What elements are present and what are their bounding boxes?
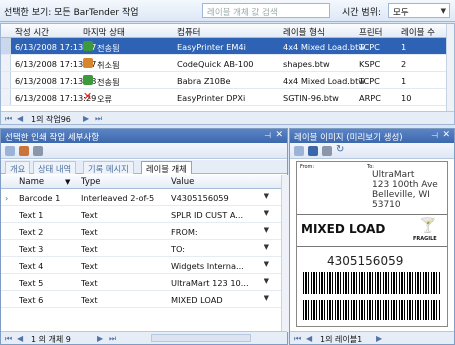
pin-icon[interactable]: ⊣: [264, 131, 271, 140]
table-row[interactable]: 6/13/2008 17:13:27 전송됨 EasyPrinter EM4i …: [1, 38, 449, 55]
preview-toolbar: ↻: [290, 143, 454, 159]
label-objects-grid: Name ▼ Type Value › Barcode 1 Interleave…: [1, 175, 281, 332]
preview-title-bar: 레이블 이미지 (미리보기 생성) ⊣ ✕: [290, 129, 454, 143]
first-page-icon[interactable]: ⏮: [5, 114, 12, 124]
preview-position-text: 1의 레이블1: [320, 335, 363, 344]
prev-page-icon[interactable]: ◀: [17, 334, 23, 343]
column-header-created[interactable]: 작성 시간: [15, 26, 49, 38]
save-icon[interactable]: [308, 146, 318, 156]
next-page-icon[interactable]: ▶: [97, 334, 103, 343]
label-image: From: To: UltraMart 123 100th Ave Bellev…: [296, 161, 448, 327]
table-row[interactable]: Text 5 Text UltraMart 123 10... ▼: [1, 274, 281, 291]
print-icon[interactable]: [33, 146, 43, 156]
printed-icon: [83, 41, 93, 51]
fragile-glass-icon: 🍸: [419, 218, 437, 234]
copy-icon[interactable]: [5, 146, 15, 156]
chevron-down-icon: ▼: [440, 7, 446, 15]
tab-status-history[interactable]: 상태 내역: [33, 161, 77, 174]
table-row[interactable]: Text 4 Text Widgets Interna... ▼: [1, 257, 281, 274]
table-row[interactable]: 6/13/2008 17:13:29 ✕ 오류 EasyPrinter DPXi…: [1, 89, 449, 106]
print-icon[interactable]: [322, 146, 332, 156]
table-row[interactable]: 6/13/2008 17:13:27 취소됨 CodeQuick AB-100 …: [1, 55, 449, 72]
first-page-icon[interactable]: ⏮: [294, 334, 301, 344]
jobs-scrollbar[interactable]: [446, 24, 454, 112]
barcode-number: 4305156059: [327, 254, 404, 268]
time-range-value: 모두: [393, 8, 409, 18]
label-to-address: UltraMart 123 100th Ave Belleville, WI 5…: [372, 170, 438, 210]
refresh-icon[interactable]: ↻: [336, 144, 344, 155]
chevron-down-icon[interactable]: ▼: [264, 294, 269, 302]
jobs-position-text: 1의 작업96: [31, 115, 71, 124]
column-header-count[interactable]: 레이블 수: [401, 26, 435, 38]
tab-label-objects[interactable]: 레이블 개체: [141, 161, 192, 174]
divider: [297, 214, 447, 215]
prev-page-icon[interactable]: ◀: [306, 334, 312, 343]
chevron-down-icon[interactable]: ▼: [264, 277, 269, 285]
label-from: From:: [300, 164, 315, 170]
jobs-navigator: ⏮ ◀ 1의 작업96 ▶ ⏭: [1, 111, 454, 124]
table-row[interactable]: Text 1 Text SPLR ID CUST A... ▼: [1, 206, 281, 223]
view-selector[interactable]: 선택한 보기: 모든 BarTender 작업: [4, 5, 139, 18]
details-title-bar: 선택한 인쇄 작업 세부사항 ⊣ ✕: [1, 129, 287, 143]
table-row[interactable]: 6/13/2008 17:13:28 전송됨 Babra Z10Be 4x4 M…: [1, 72, 449, 89]
column-header-name[interactable]: Name: [19, 177, 44, 187]
label-headline: MIXED LOAD: [301, 222, 386, 236]
close-icon[interactable]: ✕: [275, 130, 283, 140]
cancelled-icon: [83, 58, 93, 68]
job-details-panel: 선택한 인쇄 작업 세부사항 ⊣ ✕ 개요 상태 내역 기록 메시지 레이블 개…: [0, 128, 289, 345]
last-page-icon[interactable]: ⏭: [95, 114, 102, 124]
table-row[interactable]: › Barcode 1 Interleaved 2-of-5 V43051560…: [1, 189, 281, 206]
objects-position-text: 1 의 개체 9: [31, 335, 71, 344]
time-range-select[interactable]: 모두 ▼: [388, 3, 450, 18]
jobs-grid-header: 작성 시간 마지막 상태 컴퓨터 레이블 형식 프린터 레이블 수: [1, 24, 454, 38]
time-range-label: 시간 범위:: [342, 8, 382, 18]
first-page-icon[interactable]: ⏮: [5, 334, 12, 344]
table-row[interactable]: Text 2 Text FROM: ▼: [1, 223, 281, 240]
column-header-type[interactable]: Type: [81, 177, 101, 187]
preview-title: 레이블 이미지 (미리보기 생성): [294, 133, 403, 143]
chevron-down-icon[interactable]: ▼: [264, 226, 269, 234]
column-header-format[interactable]: 레이블 형식: [283, 26, 325, 38]
divider: [297, 246, 447, 247]
chevron-down-icon[interactable]: ▼: [264, 209, 269, 217]
chevron-down-icon[interactable]: ▼: [264, 260, 269, 268]
printed-icon: [83, 75, 93, 85]
column-header-status[interactable]: 마지막 상태: [83, 26, 125, 38]
objects-navigator: ⏮ ◀ 1 의 개체 9 ▶ ⏭: [1, 331, 287, 344]
column-header-printer[interactable]: 프린터: [359, 26, 382, 38]
chevron-down-icon[interactable]: ▼: [264, 192, 269, 200]
label-fragile: FRAGILE: [413, 236, 437, 242]
last-page-icon[interactable]: ⏭: [109, 334, 116, 344]
print-jobs-grid: 작성 시간 마지막 상태 컴퓨터 레이블 형식 프린터 레이블 수 6/13/2…: [0, 23, 455, 125]
filter-toolbar: 선택한 보기: 모든 BarTender 작업 레이블 개체 값 검색 시간 범…: [0, 0, 455, 22]
chevron-down-icon[interactable]: ▼: [264, 243, 269, 251]
column-header-value[interactable]: Value: [171, 177, 194, 187]
details-toolbar: [1, 143, 287, 159]
close-icon[interactable]: ✕: [442, 130, 450, 140]
objects-grid-header: Name ▼ Type Value: [1, 175, 281, 189]
preview-navigator: ⏮ ◀ 1의 레이블1 ▶: [290, 331, 454, 344]
prev-page-icon[interactable]: ◀: [17, 114, 23, 123]
details-tabs: 개요 상태 내역 기록 메시지 레이블 개체: [1, 160, 287, 174]
search-input[interactable]: 레이블 개체 값 검색: [202, 3, 330, 18]
error-icon: ✕: [83, 90, 93, 103]
table-row[interactable]: Text 6 Text MIXED LOAD ▼: [1, 291, 281, 308]
tab-overview[interactable]: 개요: [5, 161, 31, 174]
column-header-computer[interactable]: 컴퓨터: [177, 26, 200, 38]
current-row-icon: ›: [5, 193, 9, 203]
barcode-image: [303, 300, 441, 320]
next-page-icon[interactable]: ▶: [376, 334, 382, 343]
horizontal-scrollbar[interactable]: [151, 334, 251, 342]
copy-icon[interactable]: [294, 146, 304, 156]
tab-log-messages[interactable]: 기록 메시지: [83, 161, 134, 174]
objects-scrollbar[interactable]: [281, 175, 289, 332]
export-icon[interactable]: [19, 146, 29, 156]
barcode-image: [303, 272, 441, 294]
pin-icon[interactable]: ⊣: [431, 131, 438, 140]
details-title: 선택한 인쇄 작업 세부사항: [5, 133, 100, 143]
label-preview-panel: 레이블 이미지 (미리보기 생성) ⊣ ✕ ↻ From: To: UltraM…: [289, 128, 455, 345]
sort-icon: ▼: [65, 178, 71, 186]
table-row[interactable]: Text 3 Text TO: ▼: [1, 240, 281, 257]
next-page-icon[interactable]: ▶: [83, 114, 89, 123]
